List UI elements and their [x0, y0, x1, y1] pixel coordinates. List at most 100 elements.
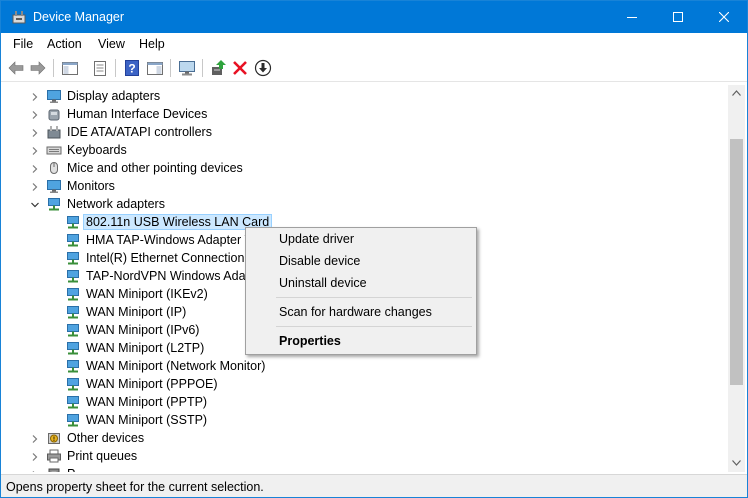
tree-category[interactable]: Print queues	[1, 447, 727, 465]
chevron-down-icon	[732, 460, 741, 466]
collapsed-arrow-icon[interactable]	[30, 451, 40, 461]
tree-item-label: WAN Miniport (IPv6)	[86, 323, 200, 337]
svg-text:!: !	[53, 437, 55, 443]
tree-item-label: Mice and other pointing devices	[67, 161, 243, 175]
scroll-down-button[interactable]	[728, 455, 745, 472]
ide-controller-icon	[46, 124, 62, 140]
context-menu-separator	[276, 297, 472, 298]
expanded-arrow-icon[interactable]	[30, 199, 40, 209]
context-menu-disable-device[interactable]: Disable device	[279, 254, 360, 268]
properties-sheet-icon[interactable]	[91, 59, 109, 77]
tree-item-label: P	[67, 467, 75, 472]
maximize-button[interactable]	[655, 1, 701, 33]
network-adapter-icon	[65, 322, 81, 338]
tree-item-label: WAN Miniport (PPTP)	[86, 395, 208, 409]
collapsed-arrow-icon[interactable]	[30, 145, 40, 155]
minimize-button[interactable]	[609, 1, 655, 33]
keyboard-icon	[46, 142, 62, 158]
tree-item-label: HMA TAP-Windows Adapter V	[86, 233, 253, 247]
back-arrow-icon[interactable]	[7, 59, 25, 77]
window-title: Device Manager	[33, 10, 125, 24]
toolbar-separator	[115, 59, 116, 77]
menu-bar: File Action View Help	[1, 33, 747, 55]
tree-category[interactable]: P	[1, 465, 727, 472]
menu-file[interactable]: File	[13, 37, 33, 51]
collapsed-arrow-icon[interactable]	[30, 433, 40, 443]
collapsed-arrow-icon[interactable]	[30, 127, 40, 137]
action-pane-icon[interactable]	[146, 59, 164, 77]
status-bar: Opens property sheet for the current sel…	[1, 474, 747, 497]
collapsed-arrow-icon[interactable]	[30, 469, 40, 472]
tree-item-label: Print queues	[67, 449, 138, 463]
maximize-icon	[673, 12, 683, 22]
network-adapter-icon	[65, 232, 81, 248]
menu-action[interactable]: Action	[47, 37, 82, 51]
close-icon	[719, 12, 729, 22]
tree-category[interactable]: Mice and other pointing devices	[1, 159, 727, 177]
help-icon[interactable]: ?	[123, 59, 141, 77]
network-adapter-icon	[65, 394, 81, 410]
download-arrow-icon[interactable]	[254, 59, 272, 77]
tree-device-item[interactable]: WAN Miniport (SSTP)	[1, 411, 727, 429]
scroll-up-button[interactable]	[728, 85, 745, 102]
tree-category[interactable]: ! Other devices	[1, 429, 727, 447]
display-adapter-icon	[46, 88, 62, 104]
collapsed-arrow-icon[interactable]	[30, 109, 40, 119]
tree-item-label: 802.11n USB Wireless LAN Card	[82, 214, 273, 230]
toolbar-separator	[202, 59, 203, 77]
tree-item-label: WAN Miniport (SSTP)	[86, 413, 208, 427]
tree-category[interactable]: IDE ATA/ATAPI controllers	[1, 123, 727, 141]
context-menu-update-driver[interactable]: Update driver	[279, 232, 354, 246]
svg-text:?: ?	[128, 62, 135, 76]
menu-help[interactable]: Help	[139, 37, 165, 51]
processor-icon	[46, 466, 62, 472]
network-adapter-icon	[46, 196, 62, 212]
console-tree-icon[interactable]	[61, 59, 79, 77]
collapsed-arrow-icon[interactable]	[30, 181, 40, 191]
tree-item-label: Monitors	[67, 179, 115, 193]
vertical-scrollbar[interactable]	[728, 85, 745, 472]
close-button[interactable]	[701, 1, 747, 33]
toolbar-separator	[53, 59, 54, 77]
collapsed-arrow-icon[interactable]	[30, 163, 40, 173]
context-menu: Update driver Disable device Uninstall d…	[245, 227, 477, 355]
title-bar[interactable]: Device Manager	[1, 1, 747, 33]
network-adapter-icon	[65, 358, 81, 374]
tree-category[interactable]: Keyboards	[1, 141, 727, 159]
tree-device-item[interactable]: WAN Miniport (Network Monitor)	[1, 357, 727, 375]
tree-category[interactable]: Network adapters	[1, 195, 727, 213]
collapsed-arrow-icon[interactable]	[30, 91, 40, 101]
menu-view[interactable]: View	[98, 37, 125, 51]
uninstall-x-icon[interactable]	[231, 59, 249, 77]
tree-item-label: Other devices	[67, 431, 145, 445]
tree-item-label: Display adapters	[67, 89, 161, 103]
other-devices-icon: !	[46, 430, 62, 446]
device-manager-icon	[11, 9, 27, 25]
minimize-icon	[627, 17, 637, 18]
context-menu-properties[interactable]: Properties	[279, 334, 341, 348]
toolbar: ?	[1, 55, 747, 82]
tree-category[interactable]: Monitors	[1, 177, 727, 195]
tree-item-label: WAN Miniport (L2TP)	[86, 341, 205, 355]
tree-category[interactable]: Display adapters	[1, 87, 727, 105]
forward-arrow-icon[interactable]	[29, 59, 47, 77]
network-adapter-icon	[65, 412, 81, 428]
network-adapter-icon	[65, 304, 81, 320]
device-manager-window: Device Manager File Action View Help ? D…	[0, 0, 748, 498]
update-driver-icon[interactable]	[209, 59, 227, 77]
tree-category[interactable]: Human Interface Devices	[1, 105, 727, 123]
tree-item-label: Intel(R) Ethernet Connection I2	[86, 251, 259, 265]
scrollbar-thumb[interactable]	[730, 139, 743, 385]
printer-icon	[46, 448, 62, 464]
context-menu-uninstall-device[interactable]: Uninstall device	[279, 276, 367, 290]
monitor-icon[interactable]	[178, 59, 196, 77]
tree-device-item[interactable]: WAN Miniport (PPPOE)	[1, 375, 727, 393]
status-text: Opens property sheet for the current sel…	[6, 480, 264, 494]
tree-item-label: WAN Miniport (Network Monitor)	[86, 359, 266, 373]
context-menu-scan-hardware[interactable]: Scan for hardware changes	[279, 305, 432, 319]
network-adapter-icon	[65, 340, 81, 356]
hid-icon	[46, 106, 62, 122]
monitor-icon	[46, 178, 62, 194]
tree-device-item[interactable]: WAN Miniport (PPTP)	[1, 393, 727, 411]
tree-item-label: WAN Miniport (IKEv2)	[86, 287, 208, 301]
